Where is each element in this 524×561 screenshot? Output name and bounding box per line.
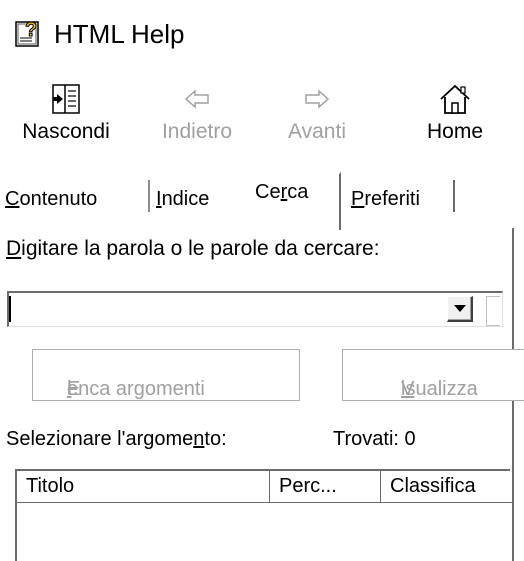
tab-favorites-key: P [351,188,365,210]
list-topics-button[interactable]: El enca argomenti [32,349,300,401]
select-topic-key: n [193,428,205,450]
forward-label: Avanti [288,120,346,143]
home-button[interactable]: Home [410,82,500,152]
column-percent-label: Perc... [279,475,337,497]
window-title: HTML Help [54,19,185,49]
tab-index[interactable]: Indice [156,187,209,211]
display-post: isualizza [401,378,478,400]
results-list[interactable]: Titolo Perc... Classifica [15,469,512,561]
column-rank-label: Classifica [390,475,476,497]
tab-search-pre: Ce [255,181,281,203]
tab-favorites-rest: referiti [364,188,420,210]
search-input[interactable] [15,296,415,322]
column-header-title[interactable]: Titolo [17,471,270,503]
search-label: Digitare la parola o le parole da cercar… [6,235,380,263]
svg-text:?: ? [25,19,37,41]
dropdown-button[interactable] [447,296,473,322]
home-label: Home [426,120,484,143]
arrow-left-icon [180,82,214,116]
column-title-label: Titolo [26,475,75,497]
tab-contents-rest: ontenuto [19,188,98,210]
select-topic-post: to: [204,428,227,450]
tab-search-post: ca [287,181,309,203]
tab-divider [148,180,150,212]
tab-contents-key: C [5,188,20,210]
chevron-down-icon [454,305,466,312]
help-book-question-icon: ? [14,18,44,48]
back-button[interactable]: Indietro [147,82,247,152]
tab-search[interactable]: Cerca [255,180,308,204]
search-options-button[interactable] [486,296,500,326]
text-cursor [9,296,11,322]
hide-button[interactable]: Nascondi [0,82,132,152]
found-count: Trovati: 0 [333,428,416,450]
hide-label: Nascondi [22,120,110,143]
tab-divider [453,180,455,212]
column-header-percent[interactable]: Perc... [270,471,381,503]
display-button[interactable]: Visualizza [342,349,524,401]
arrow-right-icon [300,82,334,116]
search-combobox[interactable] [7,291,503,327]
list-topics-post: enca argomenti [67,378,205,400]
tab-favorites[interactable]: Preferiti [351,187,420,211]
forward-button[interactable]: Avanti [272,82,362,152]
tab-index-rest: ndice [161,188,210,210]
home-icon [438,82,472,116]
search-label-key: D [6,237,22,260]
select-topic-label: Selezionare l'argomento: [6,426,227,452]
search-label-rest: igitare la parola o le parole da cercare… [21,237,380,260]
column-header-rank[interactable]: Classifica [381,471,512,503]
hide-pane-icon [49,82,83,116]
back-label: Indietro [161,120,233,143]
tab-contents[interactable]: Contenuto [5,187,97,211]
select-topic-pre: Selezionare l'argome [6,428,194,450]
